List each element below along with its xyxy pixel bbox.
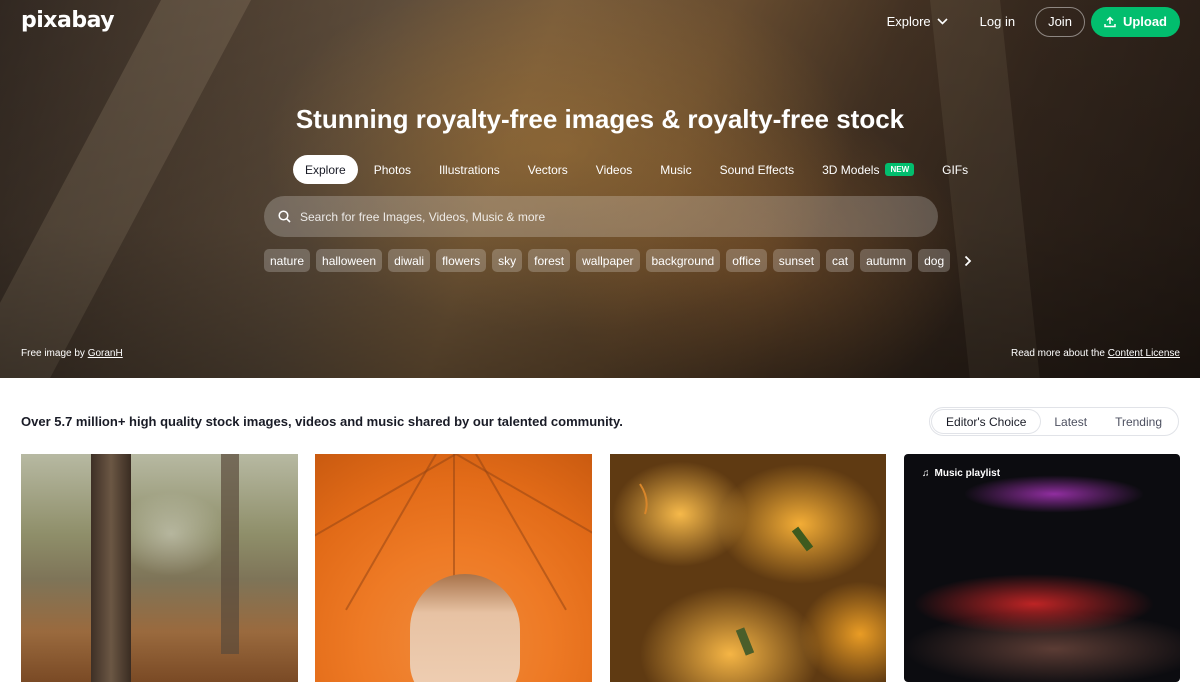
chip-wallpaper[interactable]: wallpaper xyxy=(576,249,640,272)
chip-background[interactable]: background xyxy=(645,249,721,272)
gallery-card-pumpkins[interactable] xyxy=(610,454,886,682)
chip-cat[interactable]: cat xyxy=(826,249,855,272)
top-navigation: Explore Log in Join Upload xyxy=(875,6,1180,37)
pumpkins-photo xyxy=(639,483,814,656)
tab-explore[interactable]: Explore xyxy=(293,155,358,184)
chip-nature[interactable]: nature xyxy=(264,249,311,272)
hero-banner: pixabay Explore Log in Join Upload Stunn… xyxy=(0,0,1200,378)
sort-latest[interactable]: Latest xyxy=(1040,410,1101,433)
music-playlist-text: Music playlist xyxy=(934,468,1001,479)
tab-videos[interactable]: Videos xyxy=(584,155,644,184)
upload-label: Upload xyxy=(1122,14,1167,29)
chip-sky[interactable]: sky xyxy=(492,249,523,272)
search-bar xyxy=(264,196,938,237)
community-tagline: Over 5.7 million+ high quality stock ima… xyxy=(21,414,623,429)
tab-3d-models[interactable]: 3D Models NEW xyxy=(810,155,926,184)
sort-toggle: Editor's Choice Latest Trending xyxy=(929,407,1179,436)
hero-headline: Stunning royalty-free images & royalty-f… xyxy=(295,104,905,134)
music-playlist-label: ♫ Music playlist xyxy=(922,468,1000,479)
license-note: Read more about the Content License xyxy=(1011,348,1180,359)
search-icon xyxy=(278,210,291,223)
hero-shade xyxy=(0,0,1200,378)
tab-gifs[interactable]: GIFs xyxy=(930,155,980,184)
sort-trending[interactable]: Trending xyxy=(1101,410,1176,433)
content-license-link[interactable]: Content License xyxy=(1108,348,1180,359)
chip-halloween[interactable]: halloween xyxy=(316,249,383,272)
tab-sound-effects[interactable]: Sound Effects xyxy=(708,155,807,184)
tab-vectors[interactable]: Vectors xyxy=(516,155,580,184)
login-link[interactable]: Log in xyxy=(966,6,1029,37)
pixabay-logo[interactable]: pixabay xyxy=(21,8,115,33)
join-button[interactable]: Join xyxy=(1035,6,1085,37)
upload-button[interactable]: Upload xyxy=(1090,6,1180,37)
tab-illustrations[interactable]: Illustrations xyxy=(427,155,512,184)
chip-forest[interactable]: forest xyxy=(528,249,571,272)
popular-search-chips: nature halloween diwali flowers sky fore… xyxy=(264,249,972,272)
tab-photos[interactable]: Photos xyxy=(362,155,423,184)
umbrella-spoke xyxy=(455,454,592,545)
gallery-card-umbrella-portrait[interactable] xyxy=(315,454,592,682)
chip-diwali[interactable]: diwali xyxy=(388,249,431,272)
image-credit: Free image by GoranH xyxy=(21,348,123,359)
chip-flowers[interactable]: flowers xyxy=(436,249,487,272)
tab-3d-models-label: 3D Models xyxy=(822,162,880,177)
chevron-right-icon[interactable] xyxy=(964,255,972,267)
chevron-down-icon xyxy=(937,18,948,25)
umbrella-portrait-photo xyxy=(410,574,520,682)
gallery-card-music-playlist[interactable]: ♫ Music playlist xyxy=(904,454,1180,682)
license-prefix: Read more about the xyxy=(1010,348,1108,359)
media-type-tabs: Explore Photos Illustrations Vectors Vid… xyxy=(293,155,980,184)
explore-menu-button[interactable]: Explore xyxy=(875,6,960,37)
chip-autumn[interactable]: autumn xyxy=(860,249,913,272)
squirrel-photo xyxy=(91,454,131,682)
chip-office[interactable]: office xyxy=(726,249,767,272)
umbrella-spoke xyxy=(345,454,437,611)
explore-menu-label: Explore xyxy=(886,14,931,29)
new-badge: NEW xyxy=(885,163,915,176)
chip-dog[interactable]: dog xyxy=(918,249,951,272)
umbrella-spoke xyxy=(315,454,457,545)
credit-prefix: Free image by xyxy=(21,348,88,359)
gallery-card-squirrel[interactable] xyxy=(21,454,298,682)
upload-icon xyxy=(1104,15,1116,27)
tab-music[interactable]: Music xyxy=(648,155,703,184)
tree-trunk xyxy=(221,454,239,654)
music-note-icon: ♫ xyxy=(922,468,930,479)
sort-editors-choice[interactable]: Editor's Choice xyxy=(932,410,1041,433)
search-input[interactable] xyxy=(300,209,900,224)
credit-author-link[interactable]: GoranH xyxy=(88,348,123,359)
chip-sunset[interactable]: sunset xyxy=(772,249,821,272)
